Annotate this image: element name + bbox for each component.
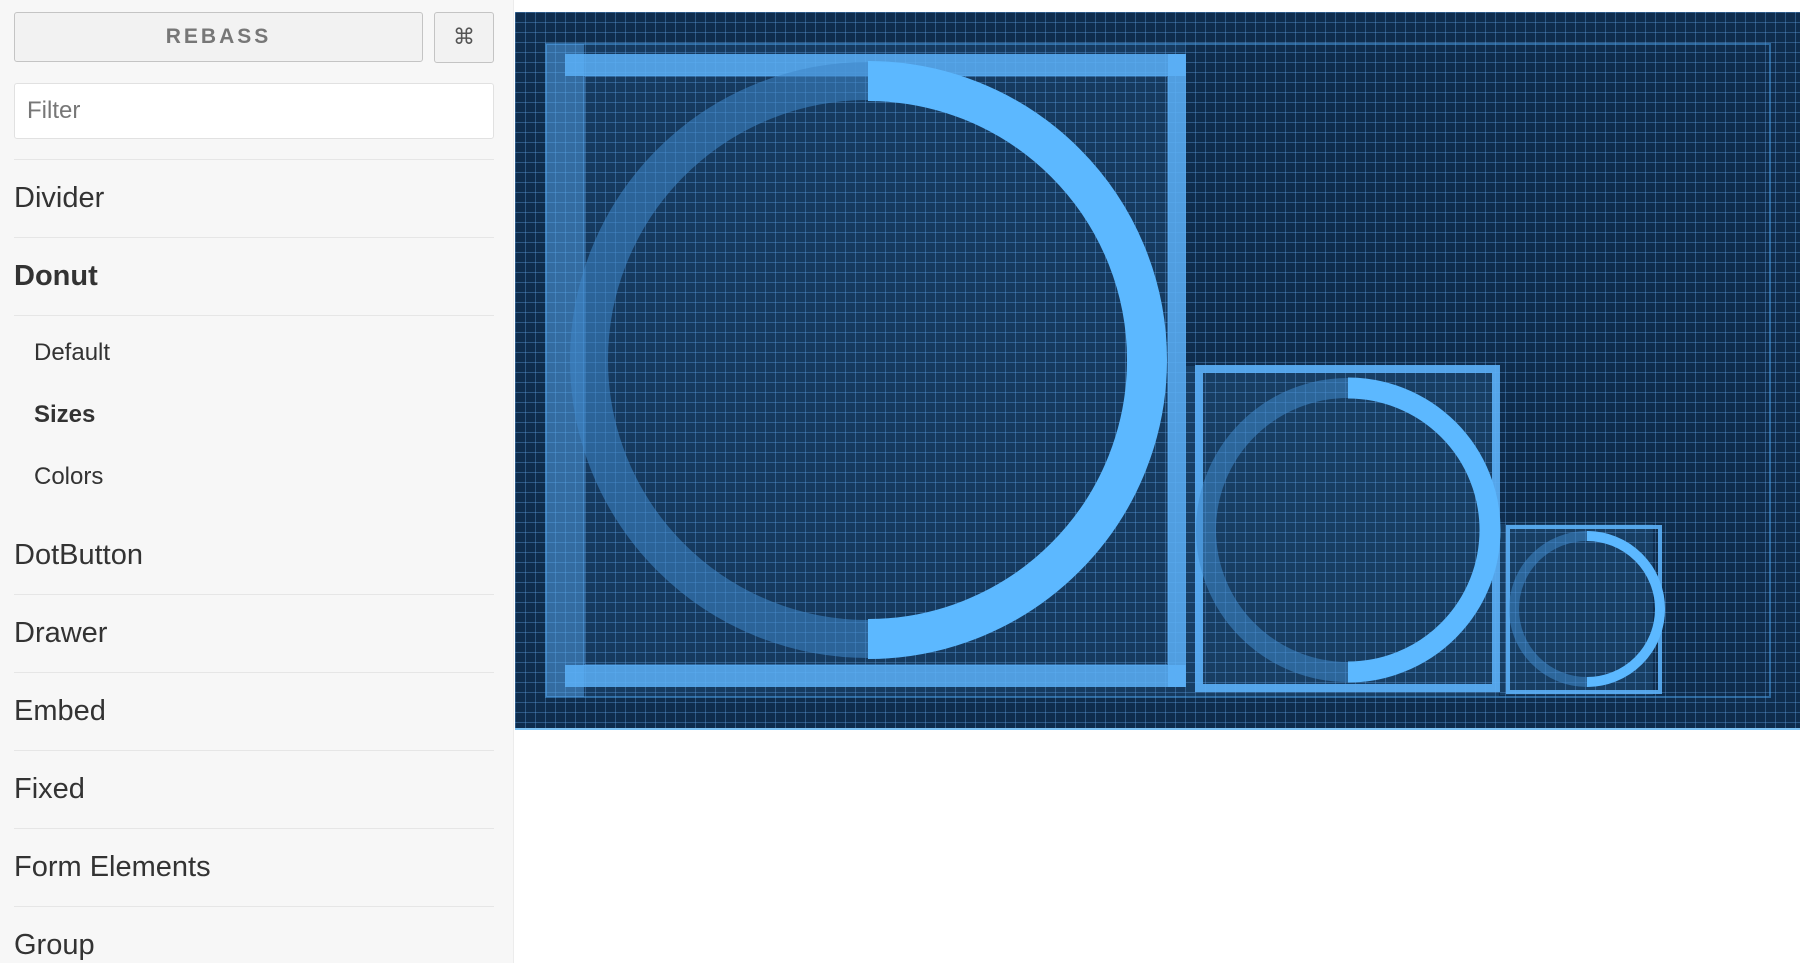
nav-item-fixed[interactable]: Fixed xyxy=(14,750,494,828)
donut-large-bounds xyxy=(546,44,1186,697)
nav-item-dotbutton[interactable]: DotButton xyxy=(14,516,494,594)
nav-item-drawer[interactable]: Drawer xyxy=(14,594,494,672)
filter-input[interactable] xyxy=(14,83,494,139)
nav-item-form-elements[interactable]: Form Elements xyxy=(14,828,494,906)
component-nav: Divider Donut Default Sizes Colors DotBu… xyxy=(14,159,494,963)
nav-item-divider[interactable]: Divider xyxy=(14,159,494,237)
story-sizes[interactable]: Sizes xyxy=(14,384,494,446)
donut-large-frame-right xyxy=(1168,54,1186,687)
sidebar: REBASS ⌘ Divider Donut Default Sizes Col… xyxy=(0,0,514,963)
brand-button[interactable]: REBASS xyxy=(14,12,423,62)
nav-item-group[interactable]: Group xyxy=(14,906,494,963)
donut-large-frame-bottom xyxy=(565,665,1186,687)
nav-item-donut[interactable]: Donut xyxy=(14,237,494,315)
donut-story-list: Default Sizes Colors xyxy=(14,315,494,516)
donut-small xyxy=(1500,524,1665,695)
story-colors[interactable]: Colors xyxy=(14,446,494,508)
donut-medium-bounds xyxy=(1186,366,1499,696)
nav-item-embed[interactable]: Embed xyxy=(14,672,494,750)
story-default[interactable]: Default xyxy=(14,322,494,384)
donut-preview-svg xyxy=(545,43,1771,698)
donut-medium xyxy=(1186,365,1501,696)
command-button[interactable]: ⌘ xyxy=(434,12,494,63)
donut-large xyxy=(546,44,1186,697)
preview-canvas xyxy=(515,12,1800,730)
